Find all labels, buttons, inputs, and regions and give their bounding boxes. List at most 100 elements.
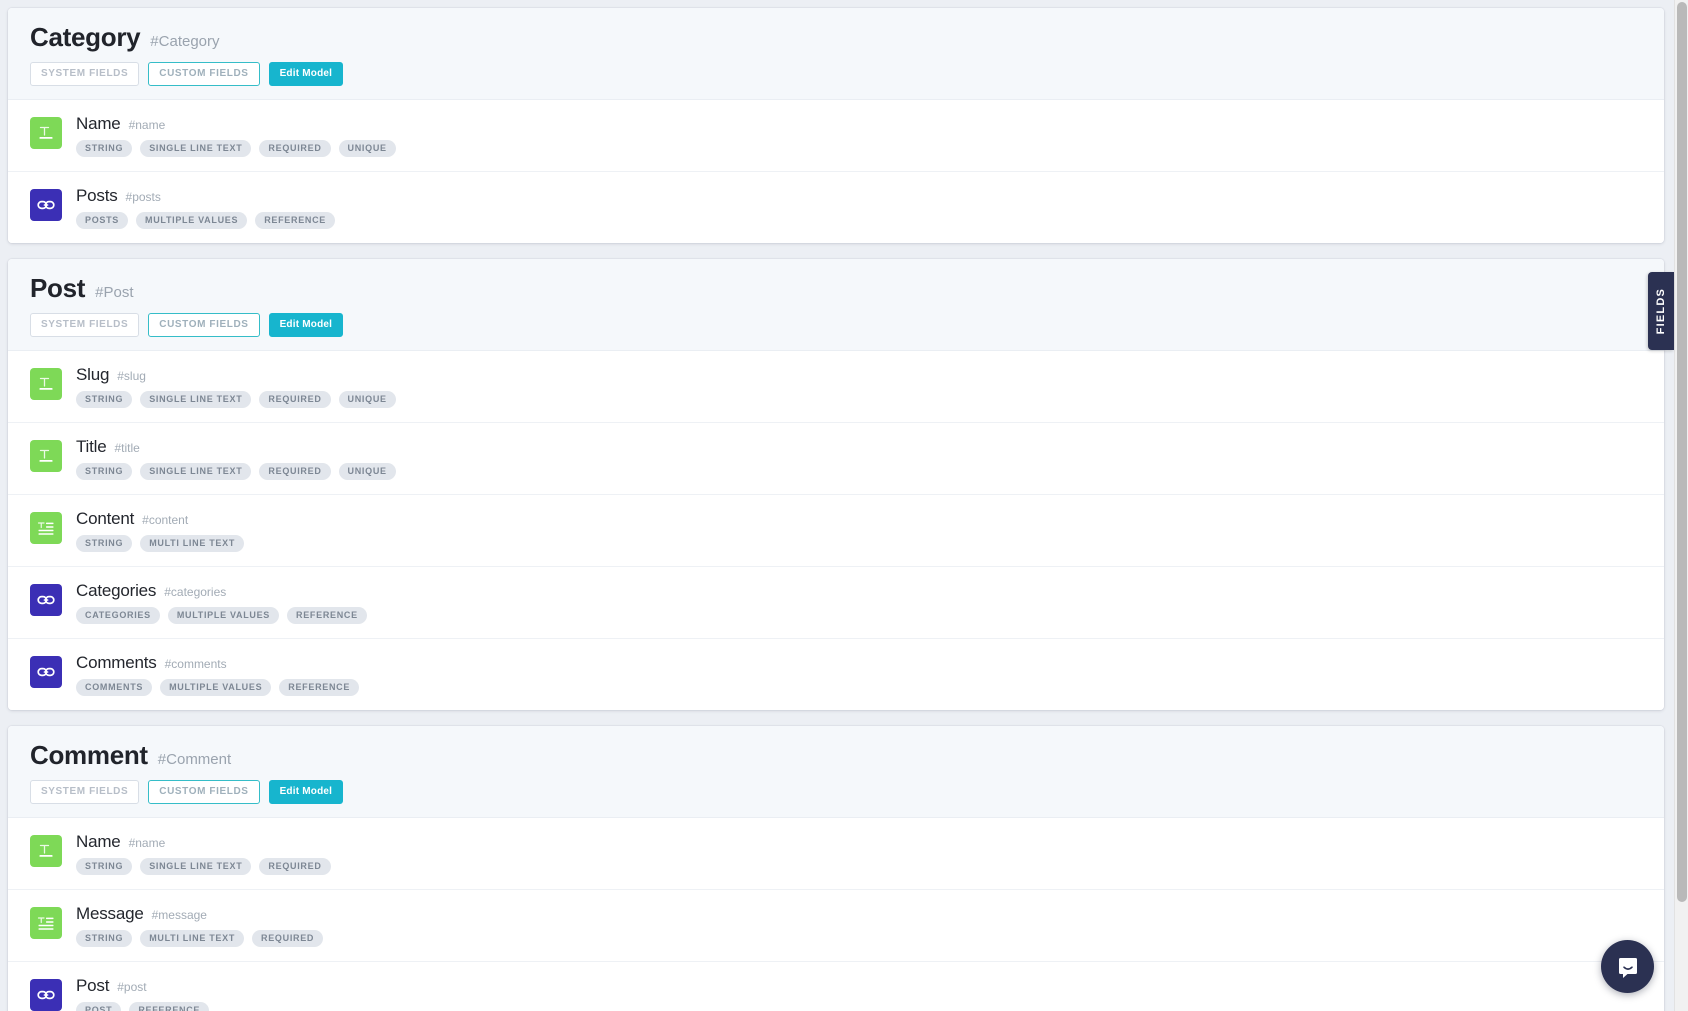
field-title-row: Name #name <box>76 832 1642 852</box>
field-name: Name <box>76 114 121 133</box>
system-fields-button[interactable]: SYSTEM FIELDS <box>30 62 140 86</box>
fields-side-tab-label: FIELDS <box>1655 287 1667 335</box>
field-name: Categories <box>76 581 157 600</box>
field-title-row: Title #title <box>76 437 1642 457</box>
model-list-viewport[interactable]: Category #Category SYSTEM FIELDS CUSTOM FIE… <box>0 0 1674 1011</box>
field-api-id: #name <box>128 836 166 850</box>
field-tag-row: POSTS MULTIPLE VALUES REFERENCE <box>76 212 1642 229</box>
field-title-row: Comments #comments <box>76 653 1642 673</box>
field-name: Posts <box>76 186 118 205</box>
field-tag: UNIQUE <box>338 463 396 480</box>
field-tag: MULTIPLE VALUES <box>160 679 272 696</box>
field-type-icon-wrapper <box>30 835 62 867</box>
custom-fields-button[interactable]: CUSTOM FIELDS <box>148 62 260 86</box>
field-tag: MULTI LINE TEXT <box>140 535 245 552</box>
field-tag: SINGLE LINE TEXT <box>140 858 252 875</box>
field-body: Name #name STRING SINGLE LINE TEXT REQUIRED <box>76 832 1642 875</box>
field-tag: SINGLE LINE TEXT <box>140 391 252 408</box>
field-name: Slug <box>76 365 110 384</box>
chat-launcher-button[interactable] <box>1601 940 1654 993</box>
field-title-row: Post #post <box>76 976 1642 996</box>
field-tag-row: STRING SINGLE LINE TEXT REQUIRED UNIQUE <box>76 463 1642 480</box>
field-tag: REQUIRED <box>259 140 331 157</box>
custom-fields-button[interactable]: CUSTOM FIELDS <box>148 780 260 804</box>
field-api-id: #name <box>128 118 166 132</box>
model-card: Category #Category SYSTEM FIELDS CUSTOM FIE… <box>8 8 1664 243</box>
edit-model-button[interactable]: Edit Model <box>268 780 344 804</box>
field-name: Content <box>76 509 135 528</box>
field-body: Comments #comments COMMENTS MULTIPLE VALUES… <box>76 653 1642 696</box>
field-title-row: Posts #posts <box>76 186 1642 206</box>
field-row[interactable]: Post #post POST REFERENCE <box>8 962 1664 1011</box>
single-line-text-icon <box>39 844 53 857</box>
model-header: Category #Category SYSTEM FIELDS CUSTOM FIE… <box>8 8 1664 100</box>
model-title: Comment <box>30 740 148 770</box>
model-title-row: Comment #Comment <box>30 740 1642 771</box>
field-tag: UNIQUE <box>338 391 396 408</box>
field-title-row: Content #content <box>76 509 1642 529</box>
page-scrollbar-thumb[interactable] <box>1677 2 1687 902</box>
field-body: Categories #categories CATEGORIES MULTIPLE … <box>76 581 1642 624</box>
field-tag: MULTI LINE TEXT <box>140 930 245 947</box>
system-fields-button[interactable]: SYSTEM FIELDS <box>30 780 140 804</box>
field-type-icon-wrapper <box>30 979 62 1011</box>
field-tag-row: POST REFERENCE <box>76 1002 1642 1011</box>
field-row[interactable]: Message #message STRING MULTI LINE TEXT REQU… <box>8 890 1664 962</box>
field-name: Message <box>76 904 144 923</box>
field-row[interactable]: Categories #categories CATEGORIES MULTIPLE … <box>8 567 1664 639</box>
field-title-row: Categories #categories <box>76 581 1642 601</box>
field-body: Posts #posts POSTS MULTIPLE VALUES REFERENCE <box>76 186 1642 229</box>
field-type-icon-wrapper <box>30 656 62 688</box>
field-tag: STRING <box>76 140 133 157</box>
field-name: Title <box>76 437 107 456</box>
field-row[interactable]: Content #content STRING MULTI LINE TEXT <box>8 495 1664 567</box>
field-tag: REQUIRED <box>252 930 324 947</box>
page-scrollbar[interactable] <box>1674 0 1688 1011</box>
system-fields-button[interactable]: SYSTEM FIELDS <box>30 313 140 337</box>
field-tag-row: COMMENTS MULTIPLE VALUES REFERENCE <box>76 679 1642 696</box>
field-tag: SINGLE LINE TEXT <box>140 140 252 157</box>
field-body: Name #name STRING SINGLE LINE TEXT REQUIRED U… <box>76 114 1642 157</box>
reference-link-icon <box>37 667 55 677</box>
field-tag-row: CATEGORIES MULTIPLE VALUES REFERENCE <box>76 607 1642 624</box>
field-row[interactable]: Comments #comments COMMENTS MULTIPLE VALUES… <box>8 639 1664 710</box>
edit-model-button[interactable]: Edit Model <box>268 313 344 337</box>
field-api-id: #title <box>114 441 140 455</box>
field-type-icon-wrapper <box>30 117 62 149</box>
field-api-id: #comments <box>164 657 227 671</box>
field-tag: CATEGORIES <box>76 607 160 624</box>
chat-bubble-icon <box>1618 957 1637 978</box>
reference-link-icon <box>37 595 55 605</box>
model-actions: SYSTEM FIELDS CUSTOM FIELDS Edit Model <box>30 780 1642 804</box>
model-actions: SYSTEM FIELDS CUSTOM FIELDS Edit Model <box>30 62 1642 86</box>
field-body: Title #title STRING SINGLE LINE TEXT REQUIRE… <box>76 437 1642 480</box>
field-title-row: Slug #slug <box>76 365 1642 385</box>
reference-link-icon <box>37 990 55 1000</box>
models-container: Category #Category SYSTEM FIELDS CUSTOM FIE… <box>8 8 1664 1011</box>
field-title-row: Message #message <box>76 904 1642 924</box>
custom-fields-button[interactable]: CUSTOM FIELDS <box>148 313 260 337</box>
single-line-text-icon <box>39 126 53 139</box>
field-body: Slug #slug STRING SINGLE LINE TEXT REQUIRED U… <box>76 365 1642 408</box>
field-tag: SINGLE LINE TEXT <box>140 463 252 480</box>
field-row[interactable]: Slug #slug STRING SINGLE LINE TEXT REQUIRED U… <box>8 351 1664 423</box>
field-row[interactable]: Name #name STRING SINGLE LINE TEXT REQUIRED <box>8 818 1664 890</box>
field-api-id: #slug <box>117 369 146 383</box>
field-tag: POSTS <box>76 212 129 229</box>
field-body: Message #message STRING MULTI LINE TEXT REQU… <box>76 904 1642 947</box>
field-row[interactable]: Posts #posts POSTS MULTIPLE VALUES REFERENCE <box>8 172 1664 243</box>
field-row[interactable]: Title #title STRING SINGLE LINE TEXT REQUIRE… <box>8 423 1664 495</box>
fields-side-tab[interactable]: FIELDS <box>1648 272 1674 350</box>
field-row[interactable]: Name #name STRING SINGLE LINE TEXT REQUIRED U… <box>8 100 1664 172</box>
field-api-id: #posts <box>125 190 161 204</box>
field-name: Comments <box>76 653 157 672</box>
field-tag: POST <box>76 1002 122 1011</box>
field-tag: REQUIRED <box>259 391 331 408</box>
model-card: Comment #Comment SYSTEM FIELDS CUSTOM FIELD… <box>8 726 1664 1011</box>
single-line-text-icon <box>39 377 53 390</box>
field-type-icon-wrapper <box>30 440 62 472</box>
edit-model-button[interactable]: Edit Model <box>268 62 344 86</box>
model-title: Category <box>30 22 141 52</box>
field-tag: REFERENCE <box>129 1002 210 1011</box>
field-name: Name <box>76 832 121 851</box>
